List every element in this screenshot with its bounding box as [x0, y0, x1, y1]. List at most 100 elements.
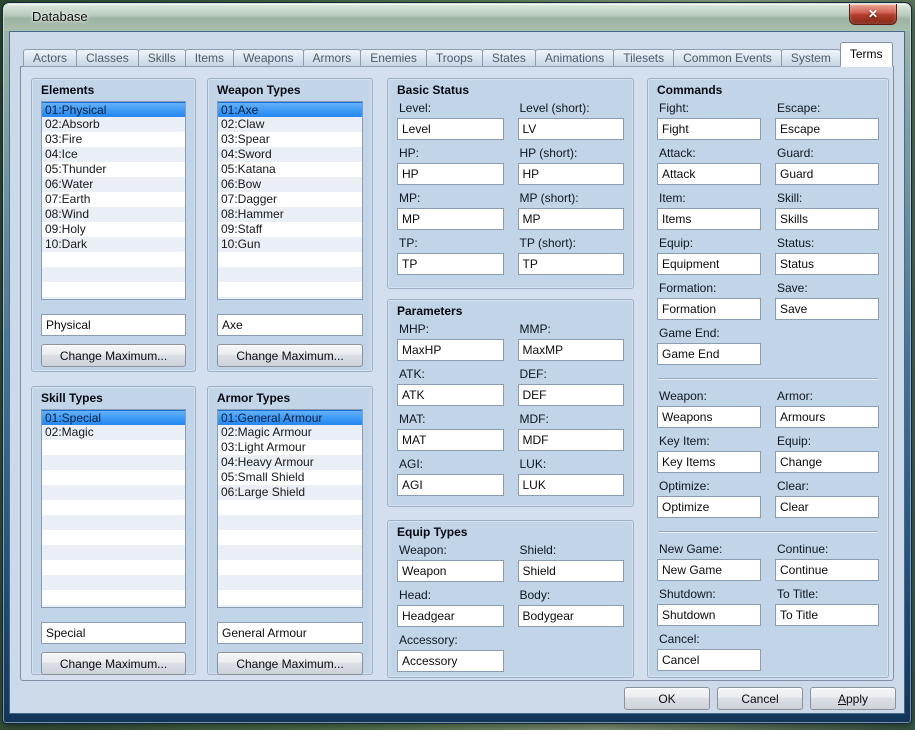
mdf-input[interactable] [517, 429, 624, 451]
fight-input[interactable] [657, 118, 761, 140]
game-end-input[interactable] [657, 343, 761, 365]
list-item-07-dagger[interactable]: 07:Dagger [218, 192, 362, 207]
tab-actors[interactable]: Actors [23, 49, 78, 67]
weapon-types-change-maximum-button[interactable]: Change Maximum... [217, 344, 363, 367]
shield-input[interactable] [517, 560, 624, 582]
ok-button[interactable]: OK [624, 687, 710, 710]
tab-enemies[interactable]: Enemies [360, 49, 427, 67]
item-input[interactable] [657, 208, 761, 230]
head-input[interactable] [397, 605, 504, 627]
list-item-05-small-shield[interactable]: 05:Small Shield [218, 470, 362, 485]
shutdown-input[interactable] [657, 604, 761, 626]
tab-armors[interactable]: Armors [302, 49, 362, 67]
list-item-09-staff[interactable]: 09:Staff [218, 222, 362, 237]
weapon-input[interactable] [657, 406, 761, 428]
continue-input[interactable] [775, 559, 879, 581]
tp-short-input[interactable] [517, 253, 624, 275]
equip-input[interactable] [775, 451, 879, 473]
list-item-08-wind[interactable]: 08:Wind [42, 207, 185, 222]
list-item-01-physical[interactable]: 01:Physical [42, 102, 185, 117]
tab-classes[interactable]: Classes [76, 49, 139, 67]
new-game-input[interactable] [657, 559, 761, 581]
list-item-01-special[interactable]: 01:Special [42, 410, 185, 425]
tab-skills[interactable]: Skills [137, 49, 186, 67]
elements-list[interactable]: 01:Physical 02:Absorb 03:Fire 04:Ice 05:Thun… [41, 101, 186, 300]
list-item-08-hammer[interactable]: 08:Hammer [218, 207, 362, 222]
skill-types-name-input[interactable] [41, 622, 186, 644]
to-title-input[interactable] [775, 604, 879, 626]
guard-input[interactable] [775, 163, 879, 185]
elements-change-maximum-button[interactable]: Change Maximum... [41, 344, 186, 367]
tab-tilesets[interactable]: Tilesets [613, 49, 675, 67]
accessory-input[interactable] [397, 650, 504, 672]
list-item-06-water[interactable]: 06:Water [42, 177, 185, 192]
close-button[interactable]: ✕ [849, 4, 897, 25]
level-short-input[interactable] [517, 118, 624, 140]
equip-input[interactable] [657, 253, 761, 275]
tp-input[interactable] [397, 253, 504, 275]
def-input[interactable] [517, 384, 624, 406]
list-item-09-holy[interactable]: 09:Holy [42, 222, 185, 237]
tab-troops[interactable]: Troops [425, 49, 483, 67]
save-input[interactable] [775, 298, 879, 320]
weapon-types-list[interactable]: 01:Axe 02:Claw 03:Spear 04:Sword 05:Katana 06… [217, 101, 363, 300]
list-item-02-magic[interactable]: 02:Magic [42, 425, 185, 440]
list-item-04-ice[interactable]: 04:Ice [42, 147, 185, 162]
tab-states[interactable]: States [481, 49, 536, 67]
list-item-03-fire[interactable]: 03:Fire [42, 132, 185, 147]
title-bar[interactable]: Database ✕ [4, 4, 910, 31]
list-item-04-sword[interactable]: 04:Sword [218, 147, 362, 162]
luk-input[interactable] [517, 474, 624, 496]
status-input[interactable] [775, 253, 879, 275]
mp-short-input[interactable] [517, 208, 624, 230]
tab-terms[interactable]: Terms [839, 42, 893, 67]
list-item-02-absorb[interactable]: 02:Absorb [42, 117, 185, 132]
list-item-05-katana[interactable]: 05:Katana [218, 162, 362, 177]
list-item-02-claw[interactable]: 02:Claw [218, 117, 362, 132]
clear-input[interactable] [775, 496, 879, 518]
elements-name-input[interactable] [41, 314, 186, 336]
armor-types-list[interactable]: 01:General Armour 02:Magic Armour 03:Light… [217, 409, 363, 608]
list-item-01-general-armour[interactable]: 01:General Armour [218, 410, 362, 425]
tab-weapons[interactable]: Weapons [233, 49, 304, 67]
skill-input[interactable] [775, 208, 879, 230]
list-item-06-bow[interactable]: 06:Bow [218, 177, 362, 192]
body-input[interactable] [517, 605, 624, 627]
list-item-04-heavy-armour[interactable]: 04:Heavy Armour [218, 455, 362, 470]
mp-input[interactable] [397, 208, 504, 230]
atk-input[interactable] [397, 384, 504, 406]
armor-input[interactable] [775, 406, 879, 428]
agi-input[interactable] [397, 474, 504, 496]
tab-system[interactable]: System [780, 49, 841, 67]
list-item-10-gun[interactable]: 10:Gun [218, 237, 362, 252]
list-item-07-earth[interactable]: 07:Earth [42, 192, 185, 207]
attack-input[interactable] [657, 163, 761, 185]
cancel-button[interactable]: Cancel [717, 687, 803, 710]
list-item-03-spear[interactable]: 03:Spear [218, 132, 362, 147]
skill-types-list[interactable]: 01:Special 02:Magic [41, 409, 186, 608]
cancel-input[interactable] [657, 649, 761, 671]
list-item-10-dark[interactable]: 10:Dark [42, 237, 185, 252]
tab-items[interactable]: Items [184, 49, 235, 67]
hp-short-input[interactable] [517, 163, 624, 185]
list-item-02-magic-armour[interactable]: 02:Magic Armour [218, 425, 362, 440]
optimize-input[interactable] [657, 496, 761, 518]
armor-types-change-maximum-button[interactable]: Change Maximum... [217, 652, 363, 675]
list-item-03-light-armour[interactable]: 03:Light Armour [218, 440, 362, 455]
armor-types-name-input[interactable] [217, 622, 363, 644]
escape-input[interactable] [775, 118, 879, 140]
tab-animations[interactable]: Animations [534, 49, 615, 67]
skill-types-change-maximum-button[interactable]: Change Maximum... [41, 652, 186, 675]
mat-input[interactable] [397, 429, 504, 451]
list-item-06-large-shield[interactable]: 06:Large Shield [218, 485, 362, 500]
level-input[interactable] [397, 118, 504, 140]
list-item-01-axe[interactable]: 01:Axe [218, 102, 362, 117]
mhp-input[interactable] [397, 339, 504, 361]
apply-button[interactable]: Apply [810, 687, 896, 710]
hp-input[interactable] [397, 163, 504, 185]
list-item-05-thunder[interactable]: 05:Thunder [42, 162, 185, 177]
formation-input[interactable] [657, 298, 761, 320]
tab-common-events[interactable]: Common Events [673, 49, 782, 67]
key-item-input[interactable] [657, 451, 761, 473]
weapon-input[interactable] [397, 560, 504, 582]
